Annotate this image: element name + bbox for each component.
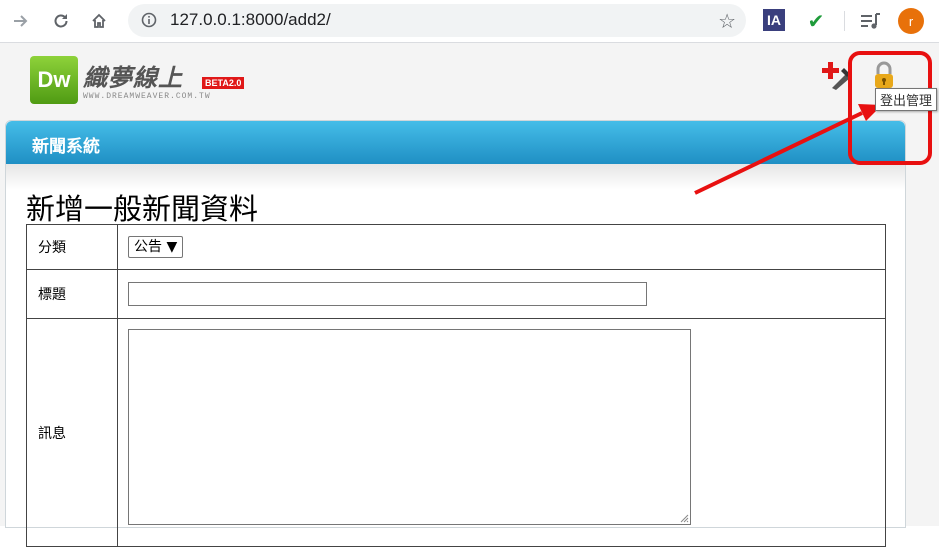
ia-extension-icon[interactable]: IA <box>763 9 785 31</box>
logout-tooltip: 登出管理 <box>875 88 938 111</box>
title-row: 標題 <box>26 269 886 319</box>
category-select[interactable]: 公告 ▼ <box>128 236 184 258</box>
page-content: Dw 織夢線上 BETA2.0 WWW.DREAMWEAVER.COM.TW 新… <box>0 43 939 547</box>
news-system-panel: 新聞系統 新增一般新聞資料 分類 公告 ▼ 標題 訊息 <box>5 120 906 547</box>
info-icon[interactable] <box>140 11 158 29</box>
reload-icon[interactable] <box>48 8 74 34</box>
logo-name: 織夢線上 <box>83 64 183 92</box>
title-label: 標題 <box>26 269 118 319</box>
resize-handle-icon[interactable] <box>680 514 689 523</box>
news-form-table: 分類 公告 ▼ 標題 訊息 <box>26 224 886 547</box>
category-label: 分類 <box>26 224 118 270</box>
profile-avatar[interactable]: r <box>898 8 924 34</box>
browser-toolbar: 127.0.0.1:8000/add2/ ☆ IA ✔ r <box>0 0 939 43</box>
title-input[interactable] <box>128 282 647 306</box>
panel-header: 新聞系統 <box>6 121 905 164</box>
site-logo[interactable]: Dw 織夢線上 BETA2.0 WWW.DREAMWEAVER.COM.TW <box>30 56 254 106</box>
url-text[interactable]: 127.0.0.1:8000/add2/ <box>170 10 331 30</box>
panel-title: 新聞系統 <box>32 137 100 157</box>
forward-icon[interactable] <box>8 8 34 34</box>
category-row: 分類 公告 ▼ <box>26 224 886 270</box>
logo-badge: Dw <box>30 56 78 104</box>
address-bar[interactable]: 127.0.0.1:8000/add2/ ☆ <box>128 4 746 37</box>
logo-beta-badge: BETA2.0 <box>202 77 245 89</box>
home-icon[interactable] <box>86 8 112 34</box>
logo-site-url: WWW.DREAMWEAVER.COM.TW <box>83 92 211 101</box>
message-textarea[interactable] <box>128 329 691 525</box>
media-queue-icon[interactable] <box>858 9 884 33</box>
checkmark-extension-icon[interactable]: ✔ <box>804 9 828 33</box>
bookmark-star-icon[interactable]: ☆ <box>718 9 736 33</box>
form-title: 新增一般新聞資料 <box>26 192 259 226</box>
message-row: 訊息 <box>26 318 886 547</box>
message-label: 訊息 <box>26 318 118 547</box>
toolbar-divider <box>844 11 845 31</box>
